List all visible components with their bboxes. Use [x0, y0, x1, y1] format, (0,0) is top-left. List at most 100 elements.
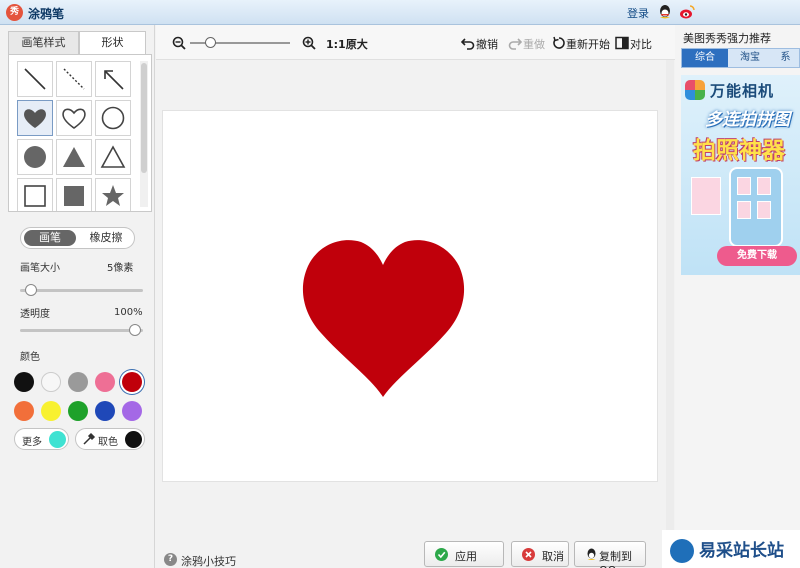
brush-size-slider[interactable]	[25, 284, 37, 296]
shape-line[interactable]	[17, 61, 53, 97]
color-swatch[interactable]	[68, 372, 88, 392]
opacity-track	[20, 329, 143, 332]
opacity-value: 100%	[114, 307, 143, 318]
compare-icon[interactable]	[615, 36, 629, 50]
restart-button[interactable]: 重新开始	[566, 36, 610, 52]
window-title: 涂鸦笔	[28, 7, 65, 21]
drawing-canvas[interactable]	[162, 110, 658, 482]
copy-to-qq-button[interactable]: 复制到QQ	[574, 541, 646, 568]
restart-icon[interactable]	[552, 36, 566, 50]
color-swatch[interactable]	[41, 401, 61, 421]
canvas-area	[156, 60, 675, 543]
more-colors-label: 更多	[22, 437, 42, 448]
shape-filled-circle[interactable]	[17, 139, 53, 175]
filled-triangle-icon	[63, 147, 85, 167]
shape-scrollbar[interactable]	[141, 63, 147, 173]
tab-recommend-more[interactable]: 系	[772, 49, 799, 67]
bottom-bar: ? 涂鸦小技巧 应用 取消 复制到QQ	[156, 536, 675, 568]
compare-button[interactable]: 对比	[630, 36, 652, 52]
ad-photo	[737, 177, 751, 195]
line-icon	[24, 68, 46, 90]
brush-size-track	[20, 289, 143, 292]
app-logo-icon: 秀	[6, 4, 23, 21]
apply-button[interactable]: 应用	[424, 541, 504, 567]
color-swatch[interactable]	[95, 372, 115, 392]
cancel-button[interactable]: 取消	[511, 541, 569, 567]
ad-brand: 万能相机	[710, 82, 775, 100]
redo-button[interactable]: 重做	[523, 36, 545, 52]
shape-arrow[interactable]	[95, 61, 131, 97]
ad-photo	[757, 201, 771, 219]
color-label: 颜色	[20, 352, 40, 363]
right-panel: 美图秀秀强力推荐 综合 淘宝 系 万能相机 多连拍拼图 拍照神器 免费下载	[675, 25, 800, 568]
eyedropper-icon	[83, 432, 96, 445]
color-swatch[interactable]	[122, 401, 142, 421]
shape-filled-star[interactable]	[95, 178, 131, 211]
shape-filled-square[interactable]	[56, 178, 92, 211]
left-panel: 画笔样式 形状 画笔 橡皮擦 画笔大小 5像素 透明度 100% 颜色 更多 取…	[0, 25, 155, 568]
shape-outline-triangle[interactable]	[95, 139, 131, 175]
color-swatch[interactable]	[68, 401, 88, 421]
canvas-toolbar: 1:1原大 撤销 重做 重新开始 对比	[156, 25, 675, 60]
zoom-actual-size-button[interactable]: 1:1原大	[326, 36, 368, 52]
help-icon[interactable]: ?	[164, 553, 177, 566]
color-swatch[interactable]	[122, 372, 142, 392]
copy-to-qq-label: 复制到QQ	[599, 550, 632, 568]
ad-photo	[737, 201, 751, 219]
tab-recommend-all[interactable]: 综合	[682, 49, 728, 67]
camera-ad-banner[interactable]: 万能相机 多连拍拼图 拍照神器 免费下载	[681, 75, 800, 275]
tab-recommend-taobao[interactable]: 淘宝	[728, 49, 772, 67]
ad-photo	[691, 177, 721, 215]
title-bar: 秀 涂鸦笔 登录	[0, 0, 800, 25]
ad-phone-image	[729, 167, 783, 247]
color-picker-button[interactable]: 取色	[75, 428, 145, 450]
filled-square-icon	[64, 186, 84, 206]
eraser-mode-button[interactable]: 橡皮擦	[79, 230, 133, 246]
zoom-slider[interactable]	[205, 37, 216, 48]
canvas-scrollbar[interactable]	[666, 60, 674, 540]
more-colors-button[interactable]: 更多	[14, 428, 69, 450]
tab-shapes[interactable]: 形状	[79, 31, 146, 55]
recommend-tabs: 综合 淘宝 系	[681, 48, 800, 68]
zoom-out-icon[interactable]	[172, 36, 186, 50]
undo-button[interactable]: 撤销	[476, 36, 498, 52]
login-link[interactable]: 登录	[627, 5, 649, 21]
close-icon	[522, 548, 535, 561]
outline-triangle-icon	[100, 145, 126, 168]
tab-brush-style[interactable]: 画笔样式	[8, 31, 79, 55]
shape-outline-circle[interactable]	[95, 100, 131, 136]
color-swatch[interactable]	[14, 372, 34, 392]
camera-app-logo-icon	[685, 80, 705, 100]
ad-slogan: 拍照神器	[693, 138, 785, 164]
undo-icon[interactable]	[461, 36, 475, 50]
ad-download-button[interactable]: 免费下载	[717, 246, 797, 266]
qq-icon[interactable]	[657, 4, 673, 20]
site-watermark: 易采站长站	[662, 530, 800, 568]
shape-filled-triangle[interactable]	[56, 139, 92, 175]
weibo-icon[interactable]	[679, 4, 695, 20]
cancel-label: 取消	[542, 550, 564, 563]
mode-toggle: 画笔 橡皮擦	[20, 227, 135, 249]
pen-mode-button[interactable]: 画笔	[24, 230, 76, 246]
redo-icon[interactable]	[508, 36, 522, 50]
shape-dashed-line[interactable]	[56, 61, 92, 97]
shape-filled-heart[interactable]	[17, 100, 53, 136]
color-swatch[interactable]	[41, 372, 61, 392]
opacity-slider[interactable]	[129, 324, 141, 336]
zoom-in-icon[interactable]	[302, 36, 316, 50]
shape-outline-heart[interactable]	[56, 100, 92, 136]
watermark-text: 易采站长站	[699, 541, 784, 561]
brush-size-label: 画笔大小	[20, 263, 60, 274]
site-logo-icon	[670, 539, 694, 563]
filled-heart-icon	[24, 109, 46, 128]
more-colors-swatch	[49, 431, 66, 448]
shape-outline-square[interactable]	[17, 178, 53, 211]
color-swatch[interactable]	[14, 401, 34, 421]
tips-link[interactable]: 涂鸦小技巧	[181, 553, 236, 568]
shape-grid	[8, 54, 152, 212]
drawn-heart[interactable]	[301, 238, 467, 398]
ad-headline: 多连拍拼图	[705, 110, 790, 130]
qq-icon	[587, 548, 596, 560]
color-swatch[interactable]	[95, 401, 115, 421]
check-icon	[435, 548, 448, 561]
